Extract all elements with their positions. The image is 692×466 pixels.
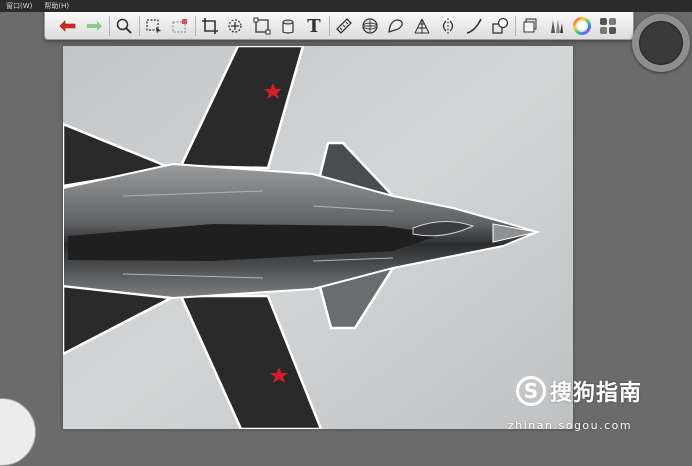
- selection-rect-icon[interactable]: [143, 15, 165, 37]
- drawing-canvas[interactable]: [63, 46, 573, 429]
- main-toolbar: T: [44, 12, 634, 40]
- side-widget[interactable]: [0, 398, 36, 466]
- menu-bar: 窗口(W) 帮助(H): [0, 0, 692, 12]
- watermark-logo: S 搜狗指南: [516, 375, 642, 407]
- symmetry-icon[interactable]: [437, 15, 459, 37]
- fill-bucket-icon[interactable]: [277, 15, 299, 37]
- sogou-logo-icon: S: [516, 376, 546, 406]
- copic-library-icon[interactable]: [597, 15, 619, 37]
- text-tool-glyph: T: [307, 15, 321, 37]
- text-icon[interactable]: T: [303, 15, 325, 37]
- layers-icon[interactable]: [519, 15, 541, 37]
- crop-icon[interactable]: [199, 15, 221, 37]
- color-wheel-icon[interactable]: [571, 15, 593, 37]
- brush-puck[interactable]: [632, 14, 690, 72]
- redo-icon[interactable]: [83, 15, 105, 37]
- brush-color-indicator[interactable]: [639, 21, 683, 65]
- menu-help[interactable]: 帮助(H): [44, 0, 69, 12]
- lasso-move-icon[interactable]: [225, 15, 247, 37]
- transform-icon[interactable]: [251, 15, 273, 37]
- selection-clear-icon[interactable]: [169, 15, 191, 37]
- ellipse-guide-icon[interactable]: [359, 15, 381, 37]
- shapes-icon[interactable]: [489, 15, 511, 37]
- aircraft-drawing: [63, 46, 573, 429]
- curve-stroke-icon[interactable]: [463, 15, 485, 37]
- ruler-icon[interactable]: [333, 15, 355, 37]
- magnifier-icon[interactable]: [113, 15, 135, 37]
- brush-library-icon[interactable]: [545, 15, 567, 37]
- french-curve-icon[interactable]: [385, 15, 407, 37]
- undo-icon[interactable]: [57, 15, 79, 37]
- watermark-url: zhinan.sogou.com: [508, 419, 633, 432]
- perspective-guide-icon[interactable]: [411, 15, 433, 37]
- watermark-text: 搜狗指南: [550, 381, 643, 406]
- menu-window[interactable]: 窗口(W): [6, 0, 32, 12]
